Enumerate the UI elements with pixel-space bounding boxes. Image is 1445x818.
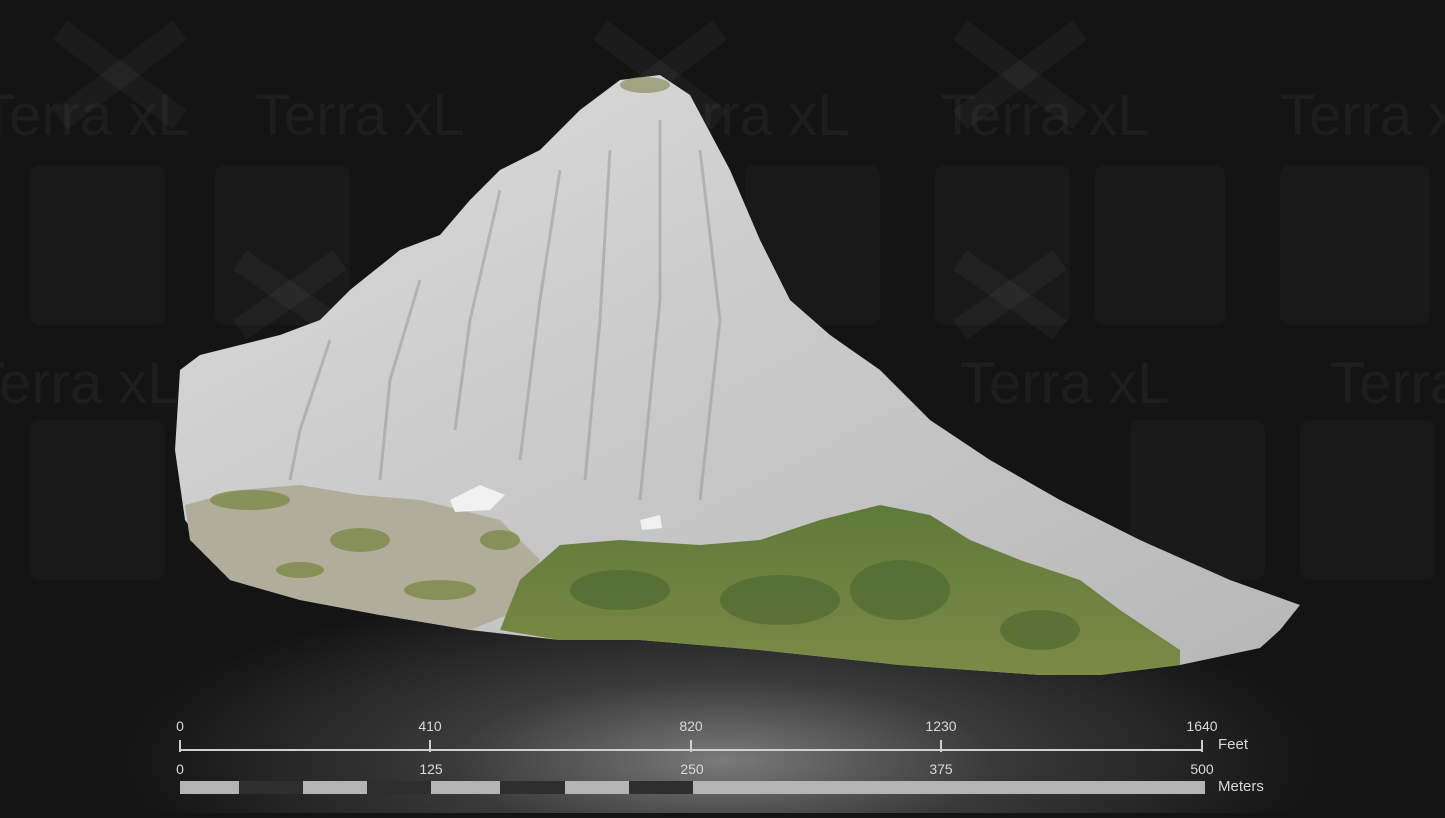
- meters-unit-label: Meters: [1218, 778, 1264, 795]
- scale-bar-graphics: [179, 740, 1205, 794]
- meters-tick-label: 375: [929, 761, 953, 777]
- feet-tick-label: 0: [176, 718, 184, 734]
- meters-tick-label: 0: [176, 761, 184, 777]
- meters-segment: [431, 781, 500, 794]
- feet-tick-label: 820: [679, 718, 703, 734]
- meters-segment: [629, 781, 693, 794]
- meters-segment: [303, 781, 367, 794]
- feet-tick-label: 410: [418, 718, 442, 734]
- feet-unit-label: Feet: [1218, 736, 1249, 753]
- feet-tick-label: 1640: [1186, 718, 1218, 734]
- meters-tick-label: 250: [680, 761, 704, 777]
- meters-tick-label: 500: [1190, 761, 1214, 777]
- scale-bar: 0 410 820 1230 1640 Feet 0 125 250 375 5…: [0, 0, 1445, 813]
- meters-segment: [500, 781, 565, 794]
- meters-segment: [693, 781, 1205, 794]
- meters-segment: [180, 781, 239, 794]
- meters-segment: [565, 781, 629, 794]
- meters-segment: [239, 781, 303, 794]
- meters-tick-label: 125: [419, 761, 443, 777]
- feet-tick-label: 1230: [925, 718, 957, 734]
- meters-segment: [367, 781, 431, 794]
